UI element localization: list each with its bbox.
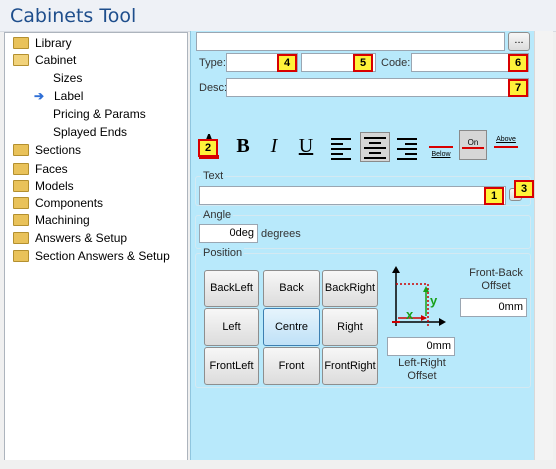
tree-item-label: Answers & Setup xyxy=(35,231,128,245)
tree-item-models[interactable]: Models xyxy=(13,178,74,195)
above-label: Above xyxy=(496,136,516,143)
folder-icon xyxy=(13,36,29,49)
arrow-right-icon: ➔ xyxy=(34,89,45,103)
title-bar: Cabinets Tool xyxy=(0,0,556,32)
tree-item-section-answers-setup[interactable]: Section Answers & Setup xyxy=(13,248,170,265)
position-left-button[interactable]: Left xyxy=(204,308,259,346)
browse-button[interactable]: ... xyxy=(508,32,530,51)
desc-label: Desc: xyxy=(199,82,228,94)
callout-badge-2: 2 xyxy=(198,139,218,157)
offset-axis-diagram-icon xyxy=(392,266,446,326)
line-on-button[interactable]: On xyxy=(459,130,487,160)
folder-icon xyxy=(13,143,29,156)
tree-item-label: Models xyxy=(35,179,74,193)
red-line-icon xyxy=(462,147,484,149)
tree-item-splayed-ends[interactable]: Splayed Ends xyxy=(53,124,127,141)
below-label: Below xyxy=(431,151,451,158)
tree-item-label: Cabinet xyxy=(35,53,77,67)
align-right-icon xyxy=(397,138,417,160)
diagram-x-label: x xyxy=(406,307,414,322)
code-label: Code: xyxy=(381,57,411,69)
callout-badge-6: 6 xyxy=(508,54,528,72)
folder-icon xyxy=(13,231,29,244)
open-folder-icon xyxy=(13,53,29,66)
tree-item-label: Faces xyxy=(35,162,68,176)
tree-item-label: Library xyxy=(35,36,72,50)
underline-button[interactable]: U xyxy=(294,134,318,160)
overline-above-button[interactable]: Above xyxy=(491,132,521,160)
bold-button[interactable]: B xyxy=(231,134,255,160)
tree-item-components[interactable]: Components xyxy=(13,195,103,212)
tree-item-label-node[interactable]: ➔ Label xyxy=(34,88,83,105)
desc-field[interactable] xyxy=(226,78,529,97)
type-label: Type: xyxy=(199,57,226,69)
position-centre-button[interactable]: Centre xyxy=(263,308,320,346)
position-backright-button[interactable]: BackRight xyxy=(322,270,378,307)
align-center-icon xyxy=(364,137,386,159)
tree-item-machining[interactable]: Machining xyxy=(13,212,90,229)
folder-icon xyxy=(13,196,29,209)
navigation-tree[interactable]: Library Cabinet Sizes ➔ Label Pricing & P… xyxy=(4,32,188,463)
front-back-offset-label: Front-Back Offset xyxy=(469,267,523,292)
tree-item-answers-setup[interactable]: Answers & Setup xyxy=(13,230,127,247)
callout-badge-7: 7 xyxy=(508,79,528,97)
align-center-button[interactable] xyxy=(360,132,390,162)
window-bottom-edge xyxy=(0,460,556,469)
tree-item-sizes[interactable]: Sizes xyxy=(53,70,82,87)
label-path-field[interactable] xyxy=(196,32,505,51)
label-text-field[interactable] xyxy=(199,186,506,205)
folder-icon xyxy=(13,249,29,262)
red-line-icon xyxy=(429,146,453,148)
folder-icon xyxy=(13,162,29,175)
angle-field[interactable]: 0deg xyxy=(199,224,258,243)
position-back-button[interactable]: Back xyxy=(263,270,320,307)
panel-scrollbar[interactable] xyxy=(534,31,553,460)
tree-item-label: Sizes xyxy=(53,71,83,85)
italic-button[interactable]: I xyxy=(263,134,285,160)
tree-item-label: Machining xyxy=(35,213,90,227)
callout-badge-5: 5 xyxy=(353,54,373,72)
position-right-button[interactable]: Right xyxy=(322,308,378,346)
align-left-button[interactable] xyxy=(328,134,354,162)
position-frontright-button[interactable]: FrontRight xyxy=(322,347,378,385)
tree-item-label: Splayed Ends xyxy=(53,125,128,139)
tree-item-label: Components xyxy=(35,196,104,210)
position-backleft-button[interactable]: BackLeft xyxy=(204,270,259,307)
align-left-icon xyxy=(331,138,351,160)
angle-unit-label: degrees xyxy=(261,228,301,240)
front-back-offset-field[interactable]: 0mm xyxy=(460,298,527,317)
tree-item-sections[interactable]: Sections xyxy=(13,142,81,159)
underline-below-button[interactable]: Below xyxy=(427,134,455,162)
tree-item-faces[interactable]: Faces xyxy=(13,161,68,178)
diagram-y-label: y xyxy=(430,293,438,308)
red-line-icon xyxy=(494,146,518,148)
tree-item-pricing[interactable]: Pricing & Params xyxy=(53,106,146,123)
window-title: Cabinets Tool xyxy=(10,5,137,27)
text-group-title: Text xyxy=(201,170,226,182)
tree-item-label: Sections xyxy=(35,143,82,157)
angle-group-title: Angle xyxy=(201,209,234,221)
tree-item-label: Label xyxy=(54,89,84,103)
position-frontleft-button[interactable]: FrontLeft xyxy=(204,347,259,385)
left-right-offset-field[interactable]: 0mm xyxy=(387,337,455,356)
tree-item-cabinet[interactable]: Cabinet xyxy=(13,52,76,69)
align-right-button[interactable] xyxy=(394,134,420,162)
left-right-offset-label: Left-Right Offset xyxy=(398,357,446,382)
tree-item-library[interactable]: Library xyxy=(13,35,72,52)
label-settings-panel: ... Type: 4 5 Code: 6 Desc: 7 2 B I U Be… xyxy=(190,31,534,460)
callout-badge-4: 4 xyxy=(277,54,297,72)
position-front-button[interactable]: Front xyxy=(263,347,320,385)
callout-badge-3: 3 xyxy=(514,180,534,198)
tree-item-label: Pricing & Params xyxy=(53,107,146,121)
folder-icon xyxy=(13,213,29,226)
callout-badge-1: 1 xyxy=(484,187,504,205)
folder-icon xyxy=(13,179,29,192)
tree-item-label: Section Answers & Setup xyxy=(35,249,170,263)
position-group-title: Position xyxy=(201,247,245,259)
